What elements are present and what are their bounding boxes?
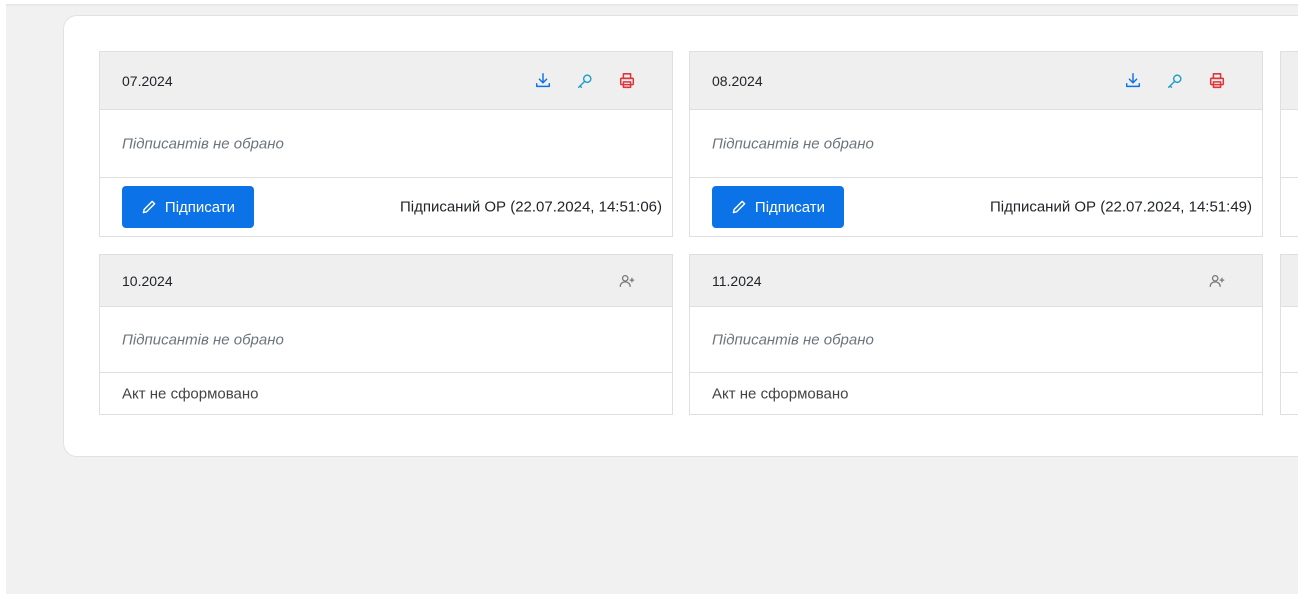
period-card: 08.2024 Підписантів не обрано Підписати … — [689, 51, 1263, 237]
print-icon[interactable] — [618, 72, 636, 90]
card-footer: Підписати Підписаний ОР (22.07.2024, 14:… — [100, 178, 672, 236]
card-actions — [618, 272, 636, 290]
card-footer: Акт не сформовано — [100, 373, 672, 414]
signers-text: Підписантів не обрано — [122, 135, 284, 152]
top-shadow — [6, 4, 1298, 7]
sign-button[interactable]: Підписати — [712, 186, 844, 228]
key-icon[interactable] — [576, 72, 594, 90]
sign-button[interactable]: Підписати — [122, 186, 254, 228]
sign-button-label: Підписати — [754, 198, 826, 216]
card-footer: Підписати Підписаний ОР (22.07.2024, 14:… — [690, 178, 1262, 236]
period-card: 07.2024 Підписантів не обрано Підписати … — [99, 51, 673, 237]
signers-text: Підписантів не обрано — [122, 331, 284, 348]
download-icon[interactable] — [534, 72, 552, 90]
period-title: 10.2024 — [122, 272, 173, 289]
pencil-icon — [142, 200, 156, 214]
signers-row: Підписантів не обрано — [690, 110, 1262, 178]
pencil-icon — [732, 200, 746, 214]
signers-row: Підписантів не обрано — [690, 307, 1262, 373]
period-card-partial — [1280, 51, 1298, 237]
card-header: 08.2024 — [690, 52, 1262, 110]
card-footer: Акт не сформовано — [690, 373, 1262, 414]
add-user-icon[interactable] — [618, 272, 636, 290]
signers-row: Підписантів не обрано — [100, 307, 672, 373]
card-actions — [1124, 72, 1226, 90]
period-card: 11.2024 Підписантів не обрано Акт не сфо… — [689, 254, 1263, 415]
card-actions — [1208, 272, 1226, 290]
card-header: 10.2024 — [100, 255, 672, 307]
period-card: 10.2024 Підписантів не обрано Акт не сфо… — [99, 254, 673, 415]
sign-status: Підписаний ОР (22.07.2024, 14:51:49) — [989, 198, 1252, 216]
periods-panel: 07.2024 Підписантів не обрано Підписати … — [63, 15, 1298, 457]
print-icon[interactable] — [1208, 72, 1226, 90]
card-header: 11.2024 — [690, 255, 1262, 307]
signers-text: Підписантів не обрано — [712, 135, 874, 152]
download-icon[interactable] — [1124, 72, 1142, 90]
period-title: 07.2024 — [122, 72, 173, 89]
period-title: 11.2024 — [712, 272, 762, 289]
key-icon[interactable] — [1166, 72, 1184, 90]
act-status: Акт не сформовано — [122, 385, 259, 402]
period-card-partial — [1280, 254, 1298, 415]
sign-status: Підписаний ОР (22.07.2024, 14:51:06) — [399, 198, 662, 216]
signers-text: Підписантів не обрано — [712, 331, 874, 348]
period-title: 08.2024 — [712, 72, 763, 89]
add-user-icon[interactable] — [1208, 272, 1226, 290]
card-header: 07.2024 — [100, 52, 672, 110]
act-status: Акт не сформовано — [712, 385, 849, 402]
sign-button-label: Підписати — [164, 198, 236, 216]
signers-row: Підписантів не обрано — [100, 110, 672, 178]
card-actions — [534, 72, 636, 90]
